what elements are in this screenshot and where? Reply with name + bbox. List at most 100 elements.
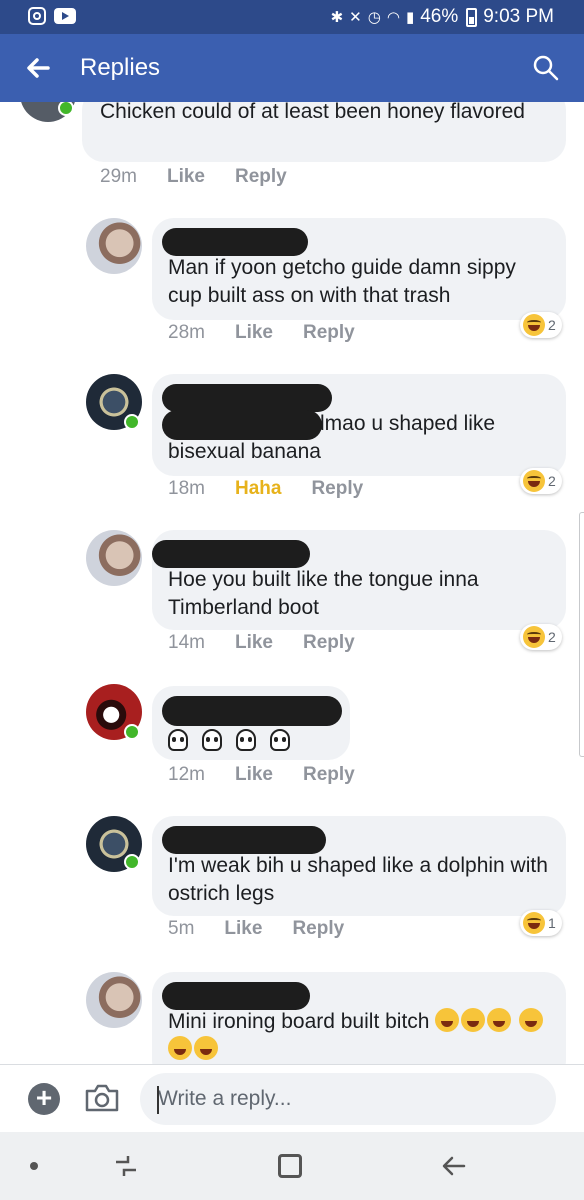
redacted-name bbox=[162, 696, 342, 726]
redacted-text bbox=[162, 410, 322, 440]
online-indicator bbox=[124, 414, 140, 430]
like-button[interactable]: Like bbox=[235, 322, 273, 344]
skull-emoji-icon bbox=[235, 729, 256, 752]
haha-reaction-icon bbox=[523, 470, 545, 492]
online-indicator bbox=[124, 724, 140, 740]
wifi-icon: ◠ bbox=[386, 9, 400, 26]
comment-time: 5m bbox=[168, 918, 195, 939]
scrollbar[interactable] bbox=[579, 512, 584, 757]
reply-button[interactable]: Reply bbox=[303, 632, 355, 654]
comment-bubble[interactable]: Man if yoon getcho guide damn sippy cup … bbox=[152, 218, 566, 320]
comment-bubble[interactable]: lmao u shaped like bisexual banana bbox=[152, 374, 566, 476]
replies-list[interactable]: Chicken could of at least been honey fla… bbox=[0, 102, 584, 1064]
rofl-emoji-icon bbox=[519, 1008, 544, 1032]
home-icon[interactable] bbox=[278, 1154, 302, 1178]
reaction-badge[interactable]: 2 bbox=[520, 468, 562, 494]
comment-bubble[interactable] bbox=[152, 686, 350, 760]
haha-reaction-icon bbox=[523, 314, 545, 336]
youtube-icon bbox=[54, 8, 76, 24]
comment-time: 29m bbox=[100, 166, 137, 187]
comment-bubble[interactable]: I'm weak bih u shaped like a dolphin wit… bbox=[152, 816, 566, 916]
rofl-emoji-icon bbox=[194, 1036, 218, 1060]
comment-bubble[interactable]: Mini ironing board built bitch bbox=[152, 972, 566, 1064]
avatar[interactable] bbox=[86, 972, 142, 1028]
comment-time: 14m bbox=[168, 632, 205, 653]
skull-emoji-icon bbox=[201, 729, 222, 752]
battery-percent: 46% bbox=[420, 6, 459, 27]
reaction-badge[interactable]: 2 bbox=[520, 624, 562, 650]
comment-time: 18m bbox=[168, 478, 205, 499]
skull-emoji-row bbox=[168, 726, 332, 754]
alarm-icon: ◷ bbox=[367, 9, 381, 26]
redacted-name bbox=[152, 540, 310, 568]
comment-text: Hoe you built like the tongue inna Timbe… bbox=[168, 568, 479, 619]
battery-icon bbox=[466, 7, 478, 27]
redacted-name bbox=[162, 982, 310, 1010]
system-navigation-bar bbox=[0, 1132, 584, 1200]
like-button[interactable]: Like bbox=[235, 632, 273, 654]
haha-reaction-icon bbox=[523, 912, 545, 934]
comment-bubble[interactable]: Chicken could of at least been honey fla… bbox=[82, 102, 566, 162]
reply-button[interactable]: Reply bbox=[235, 166, 287, 188]
haha-reaction-icon bbox=[523, 626, 545, 648]
comment-text: Mini ironing board built bitch bbox=[168, 1010, 430, 1033]
redacted-name bbox=[162, 826, 326, 854]
reply-button[interactable]: Reply bbox=[311, 478, 363, 500]
reaction-badge[interactable]: 2 bbox=[520, 312, 562, 338]
comment-text: Chicken could of at least been honey fla… bbox=[100, 102, 525, 123]
redacted-name bbox=[162, 384, 332, 412]
grinning-emoji-icon bbox=[435, 1008, 460, 1032]
reaction-count: 2 bbox=[548, 317, 556, 333]
comment-text: Man if yoon getcho guide damn sippy cup … bbox=[168, 256, 516, 307]
reply-button[interactable]: Reply bbox=[303, 764, 355, 786]
instagram-icon bbox=[28, 7, 46, 25]
bluetooth-icon: ✱ bbox=[330, 9, 344, 26]
page-title: Replies bbox=[80, 54, 161, 81]
reaction-badge[interactable]: 1 bbox=[520, 910, 562, 936]
reply-button[interactable]: Reply bbox=[292, 918, 344, 940]
text-caret bbox=[157, 1086, 159, 1114]
back-arrow-icon[interactable] bbox=[24, 54, 52, 82]
nav-dot-icon[interactable] bbox=[30, 1162, 38, 1170]
search-icon[interactable] bbox=[532, 54, 560, 82]
haha-button[interactable]: Haha bbox=[235, 478, 281, 500]
signal-icon: ▮ bbox=[405, 9, 415, 26]
reply-composer: + bbox=[0, 1064, 584, 1132]
comment-time: 12m bbox=[168, 764, 205, 785]
comment-meta: 14m Like Reply bbox=[168, 632, 355, 654]
nav-back-icon[interactable] bbox=[440, 1152, 468, 1180]
comment-meta: 29m Like Reply bbox=[100, 166, 287, 188]
comment-bubble[interactable]: Hoe you built like the tongue inna Timbe… bbox=[152, 530, 566, 630]
rofl-emoji-icon bbox=[461, 1008, 486, 1032]
camera-icon[interactable] bbox=[84, 1083, 120, 1113]
like-button[interactable]: Like bbox=[235, 764, 273, 786]
recent-apps-icon[interactable] bbox=[112, 1152, 140, 1180]
online-indicator bbox=[124, 854, 140, 870]
reaction-count: 2 bbox=[548, 473, 556, 489]
skull-emoji-icon bbox=[269, 729, 290, 752]
comment-text: I'm weak bih u shaped like a dolphin wit… bbox=[168, 854, 548, 905]
status-bar-apps bbox=[28, 7, 76, 25]
app-bar: Replies bbox=[0, 34, 584, 102]
reaction-count: 1 bbox=[548, 915, 556, 931]
comment-meta: 18m Haha Reply bbox=[168, 478, 363, 500]
clock: 9:03 PM bbox=[483, 6, 554, 27]
add-attachment-button[interactable]: + bbox=[28, 1083, 60, 1115]
mute-icon: ✕ bbox=[349, 9, 362, 26]
status-bar-system: ✱ ✕ ◷ ◠ ▮ 46% 9:03 PM bbox=[331, 6, 554, 28]
status-bar: ✱ ✕ ◷ ◠ ▮ 46% 9:03 PM bbox=[0, 0, 584, 34]
like-button[interactable]: Like bbox=[224, 918, 262, 940]
redacted-name bbox=[162, 228, 308, 256]
comment-meta: 12m Like Reply bbox=[168, 764, 355, 786]
avatar[interactable] bbox=[86, 218, 142, 274]
comment-meta: 28m Like Reply bbox=[168, 322, 355, 344]
comment-text-line: bisexual banana bbox=[168, 440, 321, 463]
avatar[interactable] bbox=[86, 530, 142, 586]
like-button[interactable]: Like bbox=[167, 166, 205, 188]
rofl-emoji-icon bbox=[487, 1008, 512, 1032]
reply-input[interactable] bbox=[140, 1073, 556, 1125]
reply-button[interactable]: Reply bbox=[303, 322, 355, 344]
comment-meta: 5m Like Reply bbox=[168, 918, 344, 940]
rofl-emoji-icon bbox=[168, 1036, 192, 1060]
reaction-count: 2 bbox=[548, 629, 556, 645]
